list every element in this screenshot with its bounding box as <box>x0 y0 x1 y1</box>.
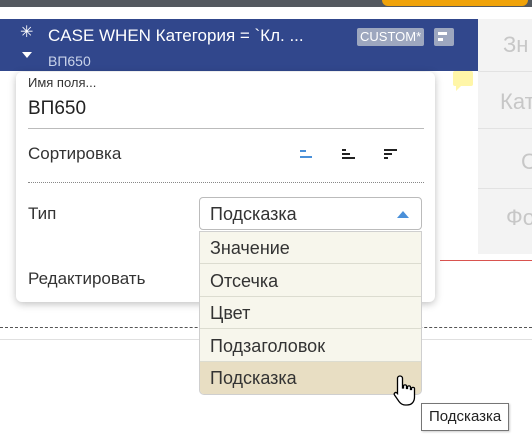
type-option-color[interactable]: Цвет <box>200 297 421 329</box>
tooltip: Подсказка <box>421 403 510 431</box>
type-label: Тип <box>28 204 57 223</box>
red-divider <box>440 260 532 261</box>
type-option-subheader[interactable]: Подзаголовок <box>200 330 421 362</box>
comment-icon[interactable] <box>453 71 473 91</box>
sort-default-icon[interactable] <box>300 147 316 161</box>
field-name-label: Имя поля... <box>28 75 97 90</box>
next-column-cell: С <box>521 150 532 174</box>
chevron-up-icon[interactable] <box>397 211 409 218</box>
next-column-cell: Фо <box>506 206 532 230</box>
sort-ascending-icon[interactable] <box>342 147 358 161</box>
next-column-header: Зн <box>503 33 529 57</box>
type-select-value: Подсказка <box>210 204 297 224</box>
next-column: Зн Кат С Фо <box>478 19 532 254</box>
edit-label[interactable]: Редактировать <box>28 269 145 289</box>
column-alias: ВП650 <box>48 53 91 69</box>
custom-badge: CUSTOM* <box>357 28 425 46</box>
type-option-hint[interactable]: Подсказка <box>200 362 421 394</box>
align-left-icon[interactable] <box>434 28 454 46</box>
column-header[interactable]: ✳ CASE WHEN Категория = `Кл. ... ВП650 C… <box>0 19 478 91</box>
toolbar-action-button[interactable] <box>382 0 528 6</box>
type-option-cutoff[interactable]: Отсечка <box>200 265 421 297</box>
type-option-value[interactable]: Значение <box>200 232 421 264</box>
asterisk-icon: ✳ <box>20 24 34 41</box>
next-column-cell: Кат <box>500 90 532 114</box>
section-divider <box>28 182 424 183</box>
type-dropdown-list: Значение Отсечка Цвет Подзаголовок Подск… <box>199 231 422 395</box>
type-select[interactable]: Подсказка <box>199 197 422 230</box>
field-name-underline <box>28 128 424 129</box>
sort-descending-icon[interactable] <box>384 147 400 161</box>
sort-label: Сортировка <box>28 144 122 163</box>
column-formula: CASE WHEN Категория = `Кл. ... <box>48 26 304 45</box>
caret-down-icon[interactable] <box>22 52 32 58</box>
field-name-input[interactable]: ВП650 <box>28 98 86 120</box>
hand-cursor-icon <box>393 375 416 406</box>
